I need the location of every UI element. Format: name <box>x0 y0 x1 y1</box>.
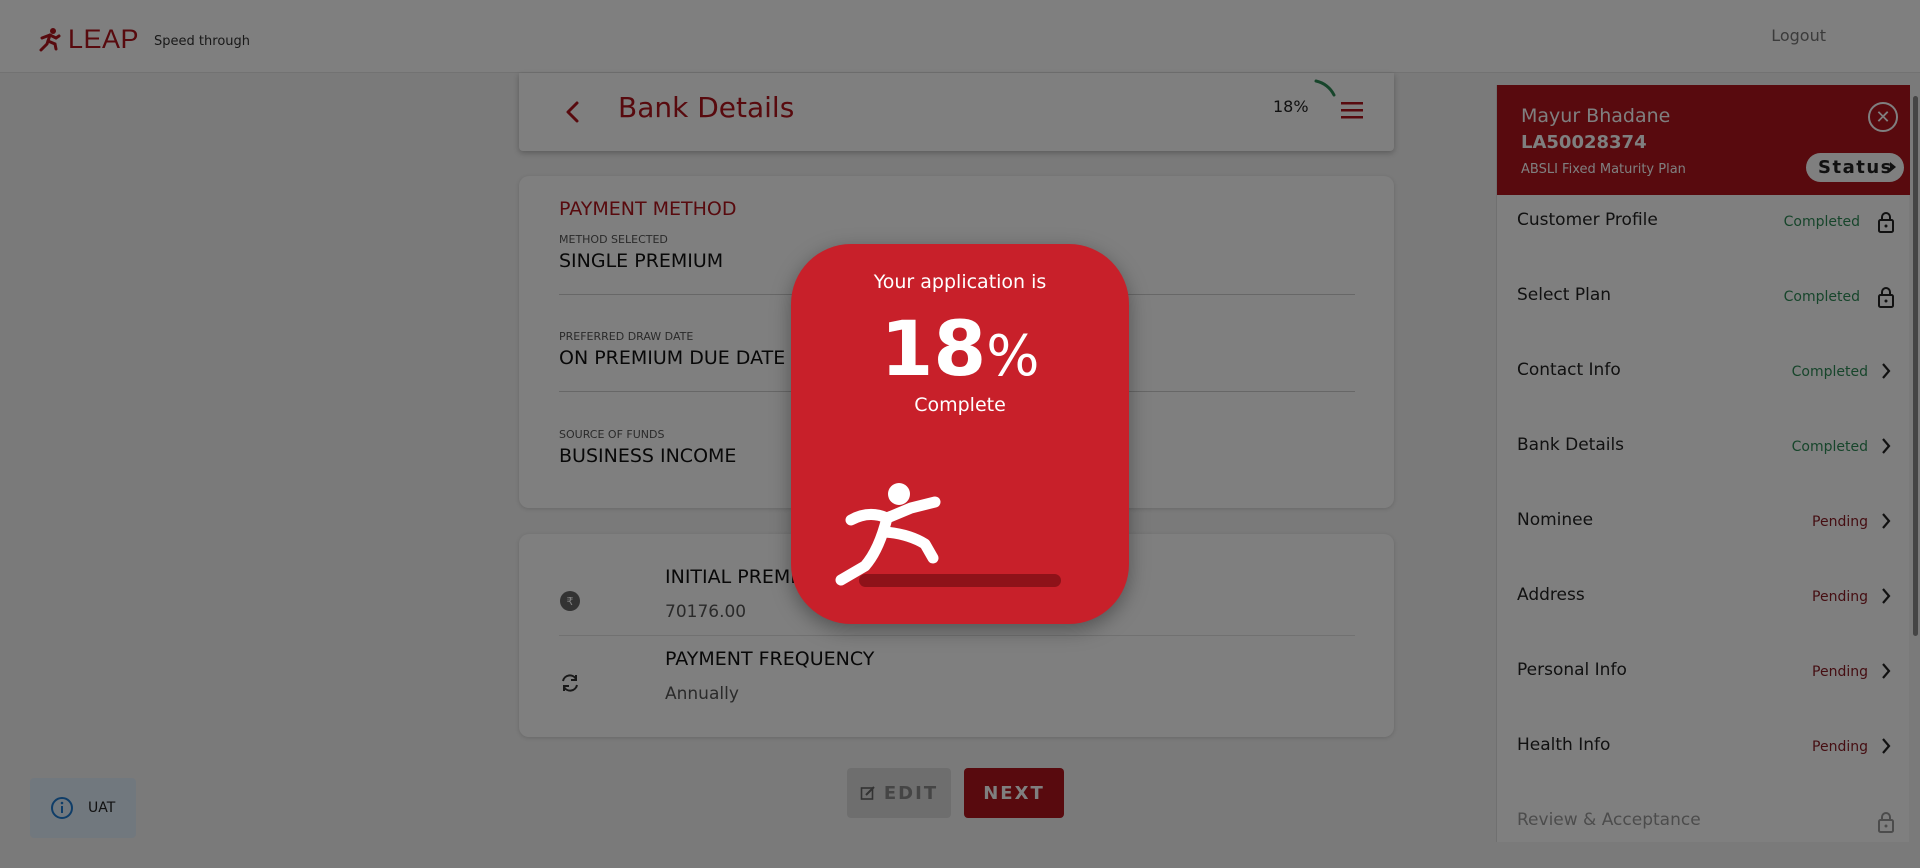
percent-sign: % <box>986 324 1040 389</box>
running-figure-icon <box>835 483 1061 587</box>
modal-line2: Complete <box>914 394 1006 416</box>
percent-number: 18 <box>880 304 987 393</box>
modal-line1: Your application is <box>873 271 1047 293</box>
modal-percent: 18% <box>791 304 1129 393</box>
progress-modal: Your application is 18% Complete <box>791 244 1129 624</box>
